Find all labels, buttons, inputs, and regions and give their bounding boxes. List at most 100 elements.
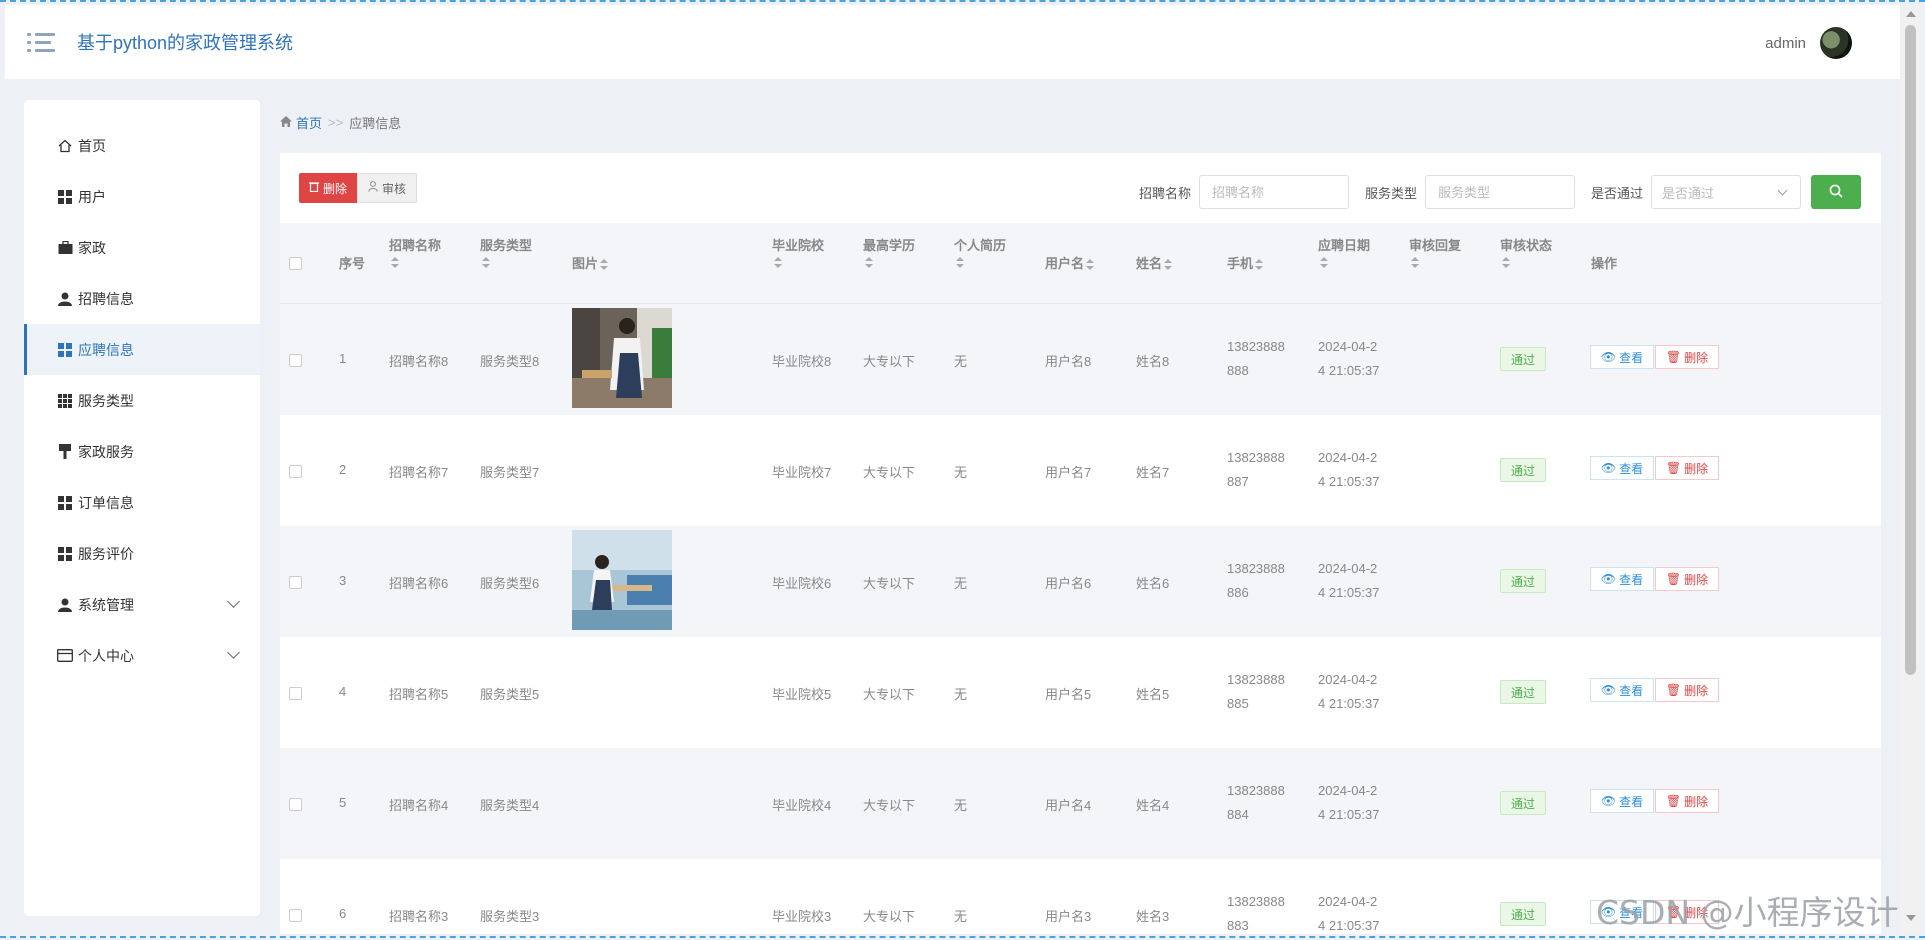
dashboard-icon: [56, 495, 74, 511]
bulk-delete-label: 删除: [323, 181, 348, 196]
sidebar-item-label: 订单信息: [78, 494, 134, 511]
breadcrumb-current: 应聘信息: [349, 116, 402, 131]
view-button[interactable]: 👁 查看: [1590, 567, 1654, 591]
row-checkbox[interactable]: [289, 354, 302, 367]
col-date[interactable]: 应聘日期: [1318, 237, 1370, 268]
sidebar-item-system[interactable]: 系统管理: [24, 579, 260, 630]
cell-phone: 13823888 888: [1227, 339, 1285, 378]
sidebar-item-profile[interactable]: 个人中心: [24, 630, 260, 681]
cell-name: 招聘名称5: [389, 687, 449, 702]
home-icon: [280, 115, 292, 130]
table-row: 1 招聘名称8 服务类型8 毕业院校8 大专以下 无 用户名8 姓名8 1382…: [280, 304, 1881, 415]
sidebar-item-reviews[interactable]: 服务评价: [24, 528, 260, 579]
col-realname[interactable]: 姓名: [1136, 255, 1173, 273]
col-username[interactable]: 用户名: [1045, 255, 1095, 273]
sidebar-item-services[interactable]: 家政服务: [24, 426, 260, 477]
view-button[interactable]: 👁 查看: [1590, 789, 1654, 813]
col-status[interactable]: 审核状态: [1500, 237, 1552, 268]
eye-icon: 👁: [1600, 461, 1617, 475]
delete-button[interactable]: 🗑 删除: [1655, 456, 1719, 480]
sidebar-item-users[interactable]: 用户: [24, 171, 260, 222]
filter-pass-select[interactable]: 是否通过: [1651, 175, 1801, 209]
row-checkbox[interactable]: [289, 576, 302, 589]
page-scrollbar[interactable]: [1900, 5, 1921, 934]
row-checkbox[interactable]: [289, 909, 302, 922]
cell-name: 招聘名称7: [389, 465, 449, 480]
delete-button[interactable]: 🗑 删除: [1655, 678, 1719, 702]
cell-realname: 姓名6: [1136, 576, 1170, 591]
scroll-up-icon[interactable]: [1906, 11, 1916, 17]
breadcrumb-home[interactable]: 首页: [296, 113, 322, 132]
row-checkbox[interactable]: [289, 798, 302, 811]
filter-type-input[interactable]: [1424, 175, 1575, 209]
delete-button[interactable]: 🗑 删除: [1655, 789, 1719, 813]
col-education[interactable]: 最高学历: [863, 237, 915, 268]
audit-label: 审核: [382, 181, 407, 196]
cell-school: 毕业院校3: [772, 909, 832, 924]
table-row: 2 招聘名称7 服务类型7 毕业院校7 大专以下 无 用户名7 姓名7 1382…: [280, 415, 1881, 526]
filter-name-input[interactable]: [1198, 175, 1349, 209]
sidebar-item-label: 首页: [78, 137, 106, 154]
cell-phone: 13823888 885: [1227, 672, 1285, 711]
delete-button[interactable]: 🗑 删除: [1655, 345, 1719, 369]
scroll-thumb[interactable]: [1905, 25, 1916, 675]
menu-toggle-icon[interactable]: [27, 31, 55, 53]
top-header: 基于python的家政管理系统 admin: [5, 5, 1900, 79]
sidebar: 首页 用户 家政 招聘信息 应聘信息 服务类型 家政服务 订单信息 服务评价 系…: [24, 100, 260, 916]
cell-index: 2: [339, 462, 347, 477]
chevron-down-icon: [227, 595, 240, 608]
view-button[interactable]: 👁 查看: [1590, 345, 1654, 369]
housekeeper-photo: [572, 530, 672, 630]
sidebar-item-home[interactable]: 首页: [24, 120, 260, 171]
delete-button[interactable]: 🗑 删除: [1655, 567, 1719, 591]
col-name[interactable]: 招聘名称: [389, 237, 441, 268]
sidebar-item-housekeeping[interactable]: 家政: [24, 222, 260, 273]
cell-phone: 13823888 886: [1227, 561, 1285, 600]
status-badge: 通过: [1500, 458, 1546, 482]
sidebar-item-label: 招聘信息: [78, 290, 134, 307]
trash-icon: 🗑: [1665, 794, 1682, 808]
applications-table: 序号 招聘名称 服务类型 图片 毕业院校 最高学历 个人简历 用户名 姓名 手机…: [280, 223, 1881, 940]
cell-education: 大专以下: [863, 798, 916, 813]
sidebar-item-recruitment[interactable]: 招聘信息: [24, 273, 260, 324]
cell-realname: 姓名8: [1136, 354, 1170, 369]
table-row: 5 招聘名称4 服务类型4 毕业院校4 大专以下 无 用户名4 姓名4 1382…: [280, 748, 1881, 859]
view-button[interactable]: 👁 查看: [1590, 456, 1654, 480]
main-panel: 删除 审核 招聘名称 服务类型 是否通过 是否通过 序号 招聘名称 服务类型 图…: [280, 153, 1881, 934]
col-reply[interactable]: 审核回复: [1409, 237, 1461, 268]
row-checkbox[interactable]: [289, 687, 302, 700]
view-button[interactable]: 👁 查看: [1590, 678, 1654, 702]
status-badge: 通过: [1500, 680, 1546, 704]
search-filters: 招聘名称 服务类型 是否通过 是否通过: [1123, 175, 1861, 209]
cell-username: 用户名8: [1045, 354, 1092, 369]
cell-date: 2024-04-2 4 21:05:37: [1318, 339, 1380, 378]
home-icon: [56, 138, 74, 154]
row-checkbox[interactable]: [289, 465, 302, 478]
status-badge: 通过: [1500, 791, 1546, 815]
col-phone[interactable]: 手机: [1227, 255, 1264, 273]
cell-education: 大专以下: [863, 465, 916, 480]
col-image[interactable]: 图片: [572, 255, 609, 273]
status-badge: 通过: [1500, 347, 1546, 371]
scroll-down-icon[interactable]: [1906, 915, 1916, 921]
audit-button[interactable]: 审核: [357, 173, 418, 203]
cell-phone: 13823888 883: [1227, 894, 1285, 933]
col-type[interactable]: 服务类型: [480, 237, 532, 268]
table-header: 序号 招聘名称 服务类型 图片 毕业院校 最高学历 个人简历 用户名 姓名 手机…: [280, 223, 1881, 304]
eye-icon: 👁: [1600, 572, 1617, 586]
cell-date: 2024-04-2 4 21:05:37: [1318, 450, 1380, 489]
user-menu[interactable]: admin: [1765, 27, 1852, 59]
chevron-down-icon: [1777, 185, 1788, 196]
bulk-delete-button[interactable]: 删除: [299, 173, 358, 203]
select-all-checkbox[interactable]: [289, 257, 302, 270]
sidebar-item-service-types[interactable]: 服务类型: [24, 375, 260, 426]
search-button[interactable]: [1811, 175, 1861, 209]
sidebar-item-orders[interactable]: 订单信息: [24, 477, 260, 528]
col-resume[interactable]: 个人简历: [954, 237, 1006, 268]
cell-date: 2024-04-2 4 21:05:37: [1318, 561, 1380, 600]
cell-resume: 无: [954, 798, 968, 813]
sidebar-item-applications[interactable]: 应聘信息: [24, 324, 260, 375]
col-school[interactable]: 毕业院校: [772, 237, 824, 268]
avatar[interactable]: [1820, 27, 1852, 59]
cell-realname: 姓名7: [1136, 465, 1170, 480]
